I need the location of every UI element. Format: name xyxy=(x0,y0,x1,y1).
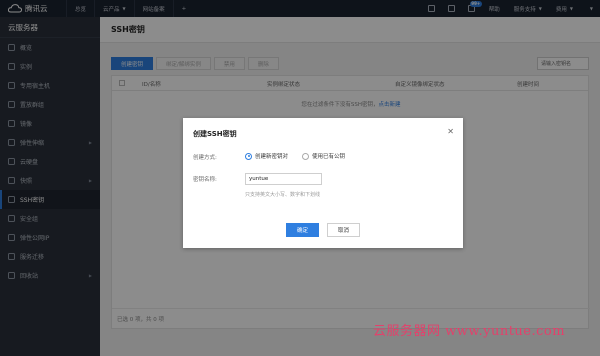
radio-selected-icon xyxy=(245,152,252,160)
key-name-hint: 只支持英文大小写、数字和下划线 xyxy=(245,192,321,198)
radio-unselected-icon xyxy=(302,152,309,160)
create-ssh-key-dialog: 创建SSH密钥 ✕ 创建方式: 创建新密钥对 使用已有公钥 密钥名称: yunt… xyxy=(183,118,463,248)
radio-label: 使用已有公钥 xyxy=(312,154,346,160)
key-name-label: 密钥名称: xyxy=(193,177,217,183)
key-name-input[interactable]: yuntue xyxy=(245,173,322,185)
dialog-title: 创建SSH密钥 xyxy=(193,130,237,138)
close-icon[interactable]: ✕ xyxy=(447,127,454,136)
create-method-label: 创建方式: xyxy=(193,155,217,161)
confirm-button[interactable]: 确定 xyxy=(286,223,319,237)
cancel-button[interactable]: 取消 xyxy=(327,223,360,237)
radio-label: 创建新密钥对 xyxy=(255,154,289,160)
radio-use-existing-public-key[interactable]: 使用已有公钥 xyxy=(302,152,345,160)
radio-create-new-keypair[interactable]: 创建新密钥对 xyxy=(245,152,288,160)
site-watermark: 云服务器网 www.yuntue.com xyxy=(373,324,566,339)
